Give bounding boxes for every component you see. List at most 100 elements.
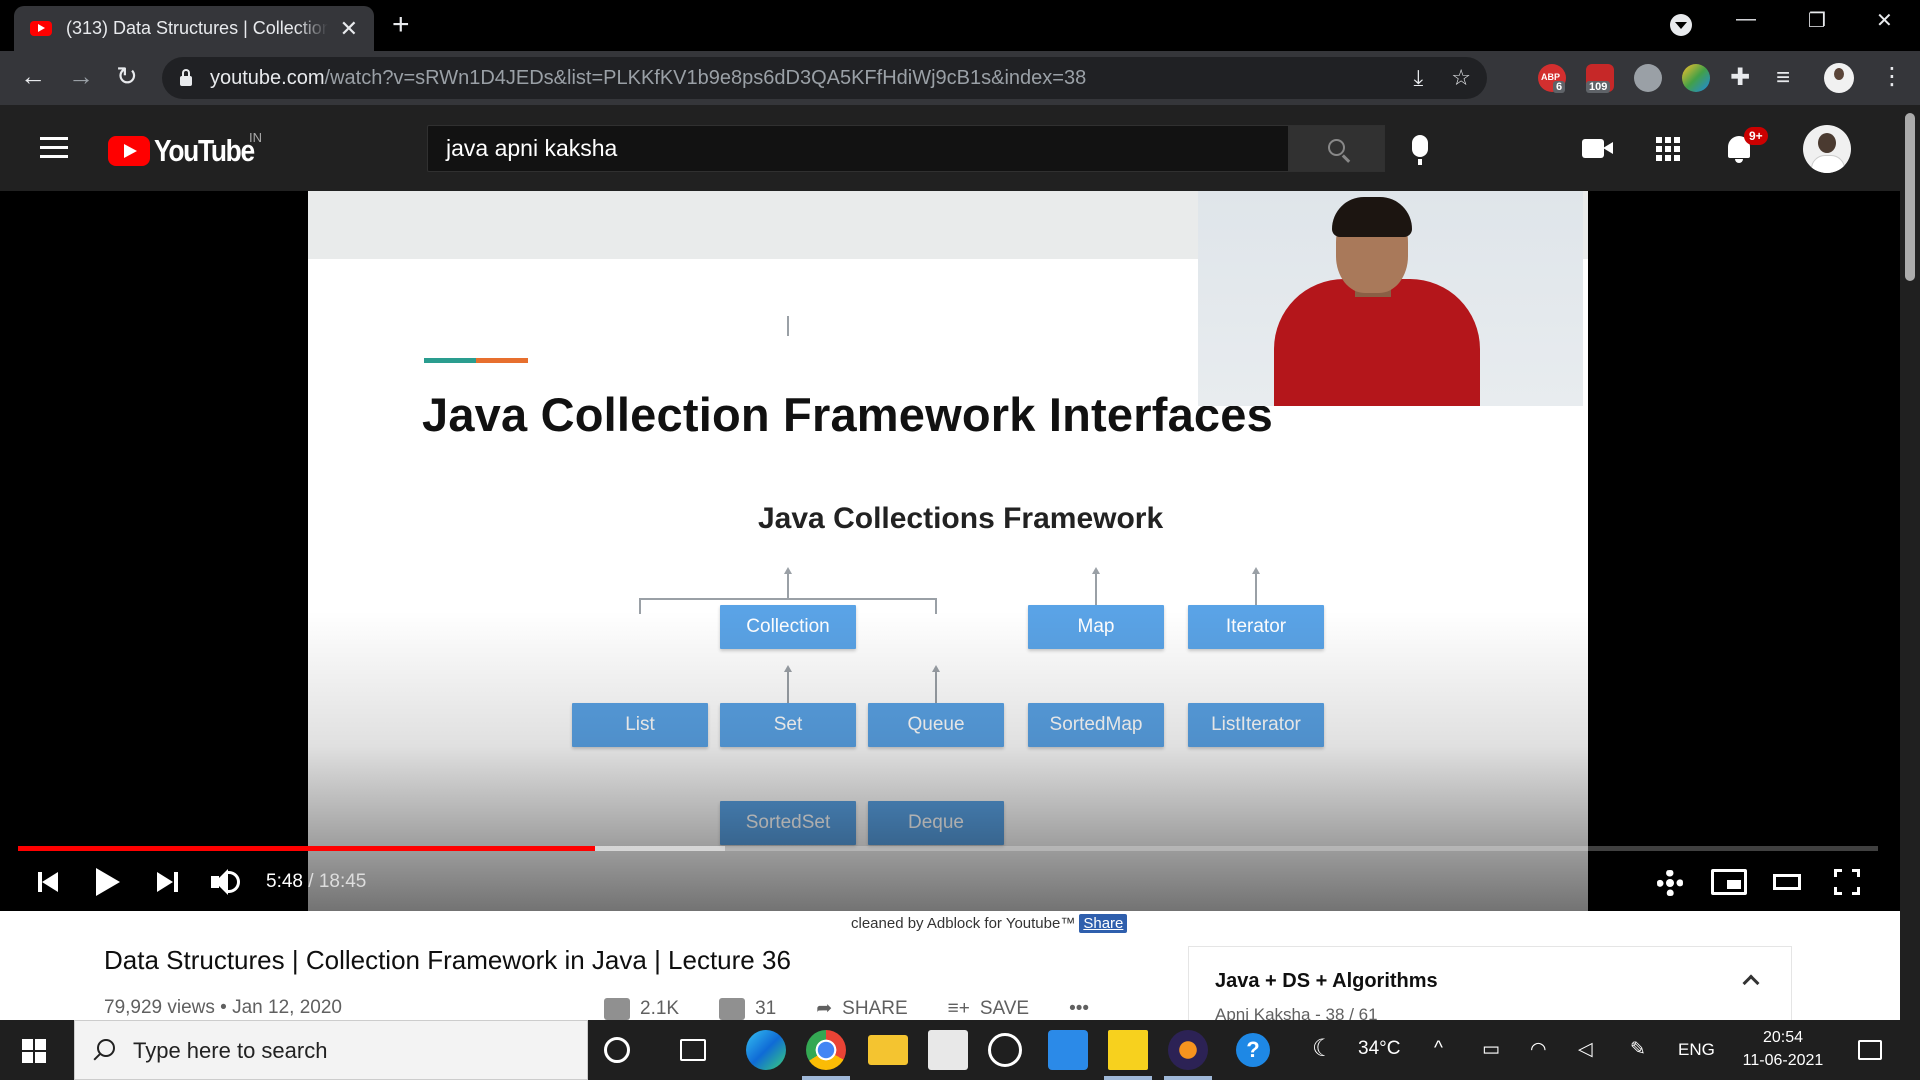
back-icon[interactable]: ← [20,61,46,91]
file-explorer-icon[interactable] [868,1035,908,1065]
eclipse-icon[interactable] [1168,1030,1208,1070]
more-actions-button[interactable]: ••• [1069,997,1089,1020]
adblock-plus-extension-icon[interactable]: ABP 6 [1538,64,1566,93]
edge-icon[interactable] [746,1030,786,1070]
new-tab-icon[interactable]: + [392,9,410,41]
next-video-icon[interactable] [157,872,173,892]
wifi-icon[interactable]: ◠ [1530,1038,1547,1061]
video-views-date: 79,929 views • Jan 12, 2020 [104,997,342,1018]
youtube-favicon-icon [30,21,52,36]
node-deque: Deque [868,801,1004,845]
theater-mode-icon[interactable] [1773,874,1801,890]
played-range [18,846,595,851]
action-center-icon[interactable] [1858,1040,1882,1060]
microsoft-store-icon[interactable] [928,1030,968,1070]
extensions-puzzle-icon[interactable]: ✚ [1730,63,1750,93]
youtube-wordmark: YouTube [154,133,255,168]
battery-icon[interactable]: ▭ [1482,1038,1500,1061]
dislike-button[interactable]: 31 [719,997,776,1020]
forward-icon[interactable]: → [68,61,94,91]
voice-search-mic-icon[interactable] [1412,135,1428,165]
diagram-title: Java Collections Framework [758,502,1164,535]
tab-search-icon[interactable] [1670,14,1692,36]
connector-list [639,598,641,614]
windows-start-icon[interactable] [22,1039,46,1063]
help-icon[interactable]: ? [1236,1033,1270,1067]
share-label: SHARE [842,997,908,1019]
progress-bar[interactable] [18,846,1878,851]
playlist-title[interactable]: Java + DS + Algorithms [1215,970,1438,993]
restore-icon[interactable]: ❐ [1808,8,1826,33]
task-view-icon[interactable] [680,1039,706,1061]
like-button[interactable]: 2.1K [604,997,679,1020]
node-listiterator: ListIterator [1188,703,1324,747]
youtube-logo[interactable]: YouTube IN [108,130,272,169]
adblock-text: cleaned by Adblock for Youtube™ [851,915,1076,932]
tray-overflow-chevron-icon[interactable]: ^ [1434,1038,1443,1060]
reload-icon[interactable]: ↻ [116,61,138,91]
page-scrollbar[interactable] [1900,105,1920,1020]
input-language[interactable]: ENG [1678,1040,1715,1060]
search-input[interactable]: java apni kaksha [427,125,1289,172]
chrome-profile-avatar[interactable] [1824,63,1854,93]
browser-tab[interactable]: (313) Data Structures | Collection Frame… [14,6,374,51]
weather-moon-icon[interactable]: ☾ [1312,1034,1334,1063]
thumbs-down-icon [719,997,746,1020]
sticky-notes-icon[interactable] [1108,1030,1148,1070]
bookmark-star-icon[interactable]: ☆ [1451,65,1471,91]
install-app-icon[interactable]: ⤓ [1414,65,1424,91]
volume-icon-wave[interactable] [226,871,240,893]
next-video-icon-bar[interactable] [174,872,178,892]
lock-icon[interactable] [180,69,192,86]
apps-grid-icon[interactable] [1656,137,1680,161]
accent-segment [476,358,528,363]
scrollbar-thumb[interactable] [1905,113,1915,281]
youtube-masthead: YouTube IN java apni kaksha [0,105,1900,191]
share-button[interactable]: ➦ SHARE [816,997,907,1020]
close-window-icon[interactable]: ✕ [1876,8,1893,33]
node-collection: Collection [720,605,856,649]
previous-video-icon-arrow[interactable] [42,872,58,892]
cloud-extension-icon[interactable] [1634,64,1662,92]
vscode-icon[interactable] [1048,1030,1088,1070]
close-tab-icon[interactable]: ✕ [340,16,358,42]
notification-count-badge: 9+ [1744,127,1768,145]
pen-icon[interactable]: ✎ [1630,1038,1646,1061]
save-button[interactable]: ≡+ SAVE [948,997,1029,1020]
active-app-indicator [1104,1076,1152,1080]
system-clock[interactable]: 20:54 11-06-2021 [1738,1026,1828,1072]
collapse-chevron-icon[interactable] [1742,974,1760,992]
accent-segment [424,358,476,363]
fullscreen-icon[interactable] [1834,869,1860,895]
thumbs-up-icon [604,997,630,1020]
video-actions: 2.1K 31 ➦ SHARE ≡+ SAVE ••• [604,997,1089,1020]
play-icon[interactable] [96,868,120,896]
chrome-menu-icon[interactable]: ⋮ [1880,64,1904,90]
minimize-icon[interactable]: — [1736,8,1756,31]
weather-temperature[interactable]: 34°C [1358,1038,1400,1060]
node-queue: Queue [868,703,1004,747]
omnibox-actions: ⤓ ☆ [1414,65,1471,91]
calendar-extension-icon[interactable]: 109 [1586,64,1614,93]
media-queue-icon[interactable]: ≡ [1776,63,1790,93]
video-player[interactable]: Java Collection Framework Interfaces Jav… [0,191,1900,911]
url-path: /watch?v=sRWn1D4JEDs&list=PLKKfKV1b9e8ps… [324,66,1087,89]
settings-gear-icon[interactable] [1657,870,1683,896]
tab-strip: (313) Data Structures | Collection Frame… [0,0,1920,51]
unity-icon[interactable] [988,1033,1022,1067]
account-avatar[interactable] [1803,125,1851,173]
cortana-icon[interactable] [604,1037,630,1063]
search-button[interactable] [1289,125,1385,172]
create-video-icon[interactable] [1582,139,1604,158]
miniplayer-icon[interactable] [1711,869,1747,895]
taskbar-search-box[interactable]: Type here to search [74,1020,588,1080]
country-code: IN [249,130,262,145]
chrome-icon[interactable] [806,1030,846,1070]
adblock-share-link[interactable]: Share [1079,914,1128,933]
speaker-icon[interactable]: ◁ [1578,1038,1593,1061]
address-bar[interactable]: youtube.com /watch?v=sRWn1D4JEDs&list=PL… [162,57,1487,99]
color-extension-icon[interactable] [1682,64,1710,92]
guide-menu-icon[interactable] [40,137,68,159]
browser-toolbar: ← → ↻ youtube.com /watch?v=sRWn1D4JEDs&l… [0,51,1920,105]
playlist-panel[interactable]: Java + DS + Algorithms Apni Kaksha - 38 … [1188,946,1792,1026]
